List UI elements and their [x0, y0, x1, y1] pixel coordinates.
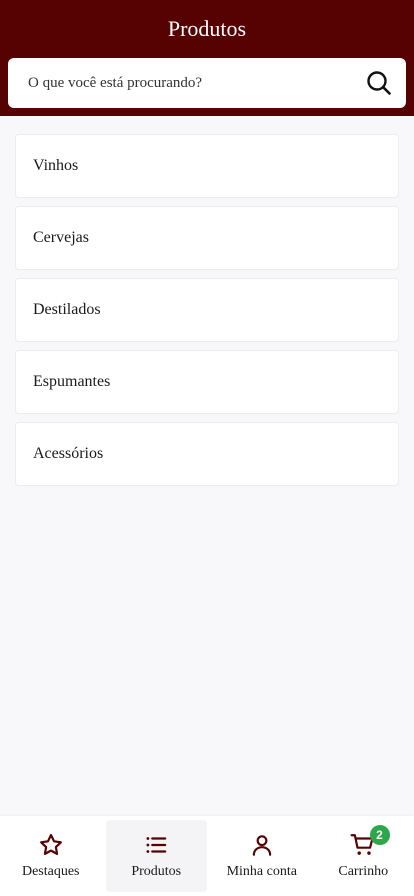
search-bar[interactable]: [8, 58, 406, 108]
category-item-destilados[interactable]: Destilados: [15, 278, 399, 342]
tab-produtos[interactable]: Produtos: [105, 820, 207, 892]
search-icon[interactable]: [366, 70, 392, 96]
tab-label: Minha conta: [226, 864, 297, 879]
category-item-espumantes[interactable]: Espumantes: [15, 350, 399, 414]
star-icon: [38, 832, 64, 858]
user-icon: [249, 832, 275, 858]
category-item-cervejas[interactable]: Cervejas: [15, 206, 399, 270]
category-item-vinhos[interactable]: Vinhos: [15, 134, 399, 198]
search-input[interactable]: [28, 74, 366, 92]
tab-destaques[interactable]: Destaques: [0, 816, 102, 896]
tab-carrinho[interactable]: 2 Carrinho: [313, 816, 414, 896]
page-title: Produtos: [167, 16, 247, 41]
category-list: Vinhos Cervejas Destilados Espumantes Ac…: [15, 134, 399, 494]
category-label: Espumantes: [33, 373, 111, 390]
list-icon: [143, 832, 169, 858]
category-item-acessorios[interactable]: Acessórios: [15, 422, 399, 486]
app-header: Produtos: [0, 0, 414, 116]
category-label: Destilados: [33, 301, 101, 318]
tab-label: Destaques: [21, 864, 80, 879]
tab-label: Carrinho: [338, 864, 389, 879]
category-label: Vinhos: [33, 157, 79, 174]
category-label: Acessórios: [33, 445, 104, 462]
cart-count-badge: 2: [369, 825, 390, 845]
tab-label: Produtos: [131, 864, 182, 879]
tab-minha-conta[interactable]: Minha conta: [211, 816, 313, 896]
category-label: Cervejas: [33, 229, 89, 246]
bottom-tab-bar: Destaques Produtos Minha conta 2 Carrinh…: [0, 816, 414, 896]
